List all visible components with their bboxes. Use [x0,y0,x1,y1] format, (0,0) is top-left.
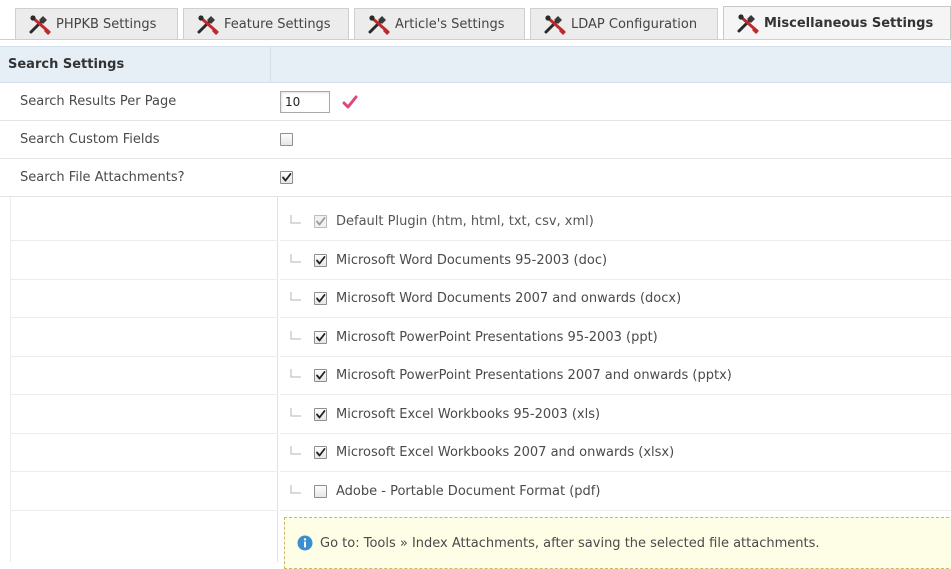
plugin-row: Microsoft Excel Workbooks 95-2003 (xls) [0,395,951,434]
plugin-label: Microsoft PowerPoint Presentations 95-20… [336,330,658,345]
tree-elbow-icon [290,484,301,493]
tab-label: Feature Settings [224,17,331,32]
plugin-label: Adobe - Portable Document Format (pdf) [336,484,601,499]
plugin-label: Default Plugin (htm, html, txt, csv, xml… [336,214,594,229]
plugin-label: Microsoft Word Documents 2007 and onward… [336,291,682,306]
results-per-page-input[interactable] [280,90,330,113]
plugin-checkbox-pdf[interactable] [314,485,327,498]
checkmark-icon [316,371,326,380]
plugin-checkbox-default[interactable] [314,215,327,228]
results-per-page-label: Search Results Per Page [20,94,177,109]
info-icon [297,535,313,551]
tree-elbow-icon [290,253,301,262]
column-divider [270,47,271,82]
plugin-row: Microsoft Excel Workbooks 2007 and onwar… [0,433,951,472]
checkmark-icon [316,217,326,226]
plugin-checkbox-ppt[interactable] [314,331,327,344]
tab-phpkb-settings[interactable]: PHPKB Settings [15,8,178,40]
file-attachments-label: Search File Attachments? [20,170,185,185]
setting-row-file-attachments: Search File Attachments? [0,159,951,197]
plugin-label: Microsoft Excel Workbooks 95-2003 (xls) [336,407,601,422]
plugin-checkbox-pptx[interactable] [314,369,327,382]
tools-icon [543,14,567,35]
tab-baseline [0,39,951,40]
checkmark-icon [316,256,326,265]
plugin-checkbox-xlsx[interactable] [314,446,327,459]
plugin-row: Microsoft PowerPoint Presentations 95-20… [0,318,951,357]
section-header: Search Settings [0,46,951,83]
custom-fields-checkbox[interactable] [280,133,293,146]
tab-label: PHPKB Settings [56,17,157,32]
checkmark-icon [282,173,292,182]
info-note: Go to: Tools » Index Attachments, after … [284,517,951,569]
plugin-label: Microsoft PowerPoint Presentations 2007 … [336,368,732,383]
plugin-checkbox-doc[interactable] [314,254,327,267]
plugin-row: Adobe - Portable Document Format (pdf) [0,472,951,511]
tab-articles-settings[interactable]: Article's Settings [354,8,525,40]
tab-feature-settings[interactable]: Feature Settings [183,8,349,40]
tree-elbow-icon [290,291,301,300]
tools-icon [196,14,220,35]
tree-elbow-icon [290,330,301,339]
valid-check-icon [342,95,358,108]
plugin-row: Microsoft PowerPoint Presentations 2007 … [0,356,951,395]
plugin-row: Microsoft Word Documents 2007 and onward… [0,279,951,318]
checkmark-icon [316,410,326,419]
plugin-row: Microsoft Word Documents 95-2003 (doc) [0,241,951,280]
info-message: Go to: Tools » Index Attachments, after … [320,535,820,551]
tab-label: Miscellaneous Settings [764,16,934,31]
results-per-page-control [280,83,358,120]
plugin-checkbox-xls[interactable] [314,408,327,421]
plugin-row: Default Plugin (htm, html, txt, csv, xml… [0,202,951,241]
tree-elbow-icon [290,445,301,454]
plugin-label: Microsoft Excel Workbooks 2007 and onwar… [336,445,675,460]
section-title: Search Settings [8,57,125,72]
plugin-checkbox-docx[interactable] [314,292,327,305]
tools-icon [28,14,52,35]
checkmark-icon [316,448,326,457]
tree-elbow-icon [290,407,301,416]
checkmark-icon [316,333,326,342]
plugin-label: Microsoft Word Documents 95-2003 (doc) [336,253,608,268]
tree-elbow-icon [290,368,301,377]
settings-tabs: PHPKB Settings Feature Settings Article'… [0,0,951,40]
checkmark-icon [316,294,326,303]
file-attachments-checkbox[interactable] [280,171,293,184]
tools-icon [736,13,760,34]
setting-row-custom-fields: Search Custom Fields [0,121,951,159]
tab-label: Article's Settings [395,17,505,32]
tab-miscellaneous-settings[interactable]: Miscellaneous Settings [723,6,951,40]
tab-label: LDAP Configuration [571,17,698,32]
setting-row-results-per-page: Search Results Per Page [0,83,951,121]
custom-fields-label: Search Custom Fields [20,132,160,147]
tree-elbow-icon [290,214,301,223]
tools-icon [367,14,391,35]
tab-ldap-configuration[interactable]: LDAP Configuration [530,8,718,40]
